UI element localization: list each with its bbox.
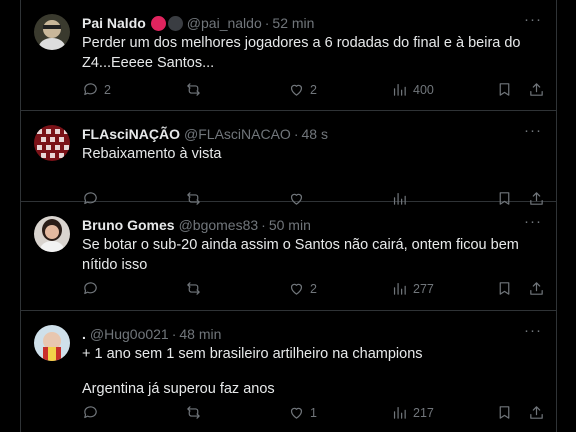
repost-icon	[187, 406, 200, 419]
heart-icon	[290, 84, 303, 96]
tweet-text: Perder um dos melhores jogadores a 6 rod…	[82, 34, 522, 73]
like-button[interactable]: 1	[288, 404, 317, 421]
tweet-header: . @Hug0o021 · 48 min	[82, 324, 221, 344]
timestamp[interactable]: 48 min	[179, 326, 221, 342]
repost-button[interactable]	[185, 404, 207, 421]
tweet[interactable]: . @Hug0o021 · 48 min ··· + 1 ano sem 1 s…	[21, 311, 556, 432]
views-button[interactable]: 277	[391, 280, 434, 297]
author-handle[interactable]: @Hug0o021	[90, 326, 169, 342]
affiliation-badges	[150, 15, 183, 31]
reply-button[interactable]	[82, 404, 104, 421]
tweet-text-line: Se botar o sub-20 ainda assim o Santos n…	[82, 237, 519, 273]
share-button[interactable]	[528, 81, 545, 98]
share-icon	[530, 282, 543, 295]
tweet-text-line: Rebaixamento à vista	[82, 146, 222, 162]
views-button[interactable]: 400	[391, 81, 434, 98]
share-button[interactable]	[528, 404, 545, 421]
timestamp[interactable]: 50 min	[269, 217, 311, 233]
author-handle[interactable]: @bgomes83	[179, 217, 259, 233]
tweet[interactable]: FLAsciNAÇÃO @FLAsciNACAO · 48 s ··· Reba…	[21, 111, 556, 205]
reply-icon	[84, 83, 97, 96]
tweet[interactable]: Pai Naldo @pai_naldo · 52 min ··· Perder…	[21, 0, 556, 111]
view-count: 277	[413, 281, 434, 296]
author-name[interactable]: Pai Naldo	[82, 15, 146, 31]
heart-icon	[290, 283, 303, 295]
reply-icon	[84, 406, 97, 419]
repost-icon	[187, 83, 200, 96]
author-name[interactable]: Bruno Gomes	[82, 217, 175, 233]
share-icon	[530, 406, 543, 419]
bookmark-button[interactable]	[496, 280, 513, 297]
more-options-icon[interactable]: ···	[524, 12, 542, 28]
views-button[interactable]: 217	[391, 404, 434, 421]
author-name[interactable]: FLAsciNAÇÃO	[82, 126, 180, 142]
avatar[interactable]	[34, 125, 70, 161]
tweet[interactable]: Bruno Gomes @bgomes83 · 50 min ··· Se bo…	[21, 202, 556, 311]
author-handle[interactable]: @FLAsciNACAO	[184, 126, 291, 142]
like-count: 2	[310, 82, 317, 97]
share-button[interactable]	[528, 280, 545, 297]
bookmark-button[interactable]	[496, 81, 513, 98]
separator: ·	[264, 15, 270, 31]
like-button[interactable]: 2	[288, 280, 317, 297]
avatar[interactable]	[34, 216, 70, 252]
tweet-text-line: Argentina já superou faz anos	[82, 380, 275, 397]
avatar[interactable]	[34, 14, 70, 50]
repost-button[interactable]	[185, 81, 207, 98]
views-chart-icon	[393, 282, 406, 295]
timestamp[interactable]: 48 s	[301, 126, 327, 142]
bookmark-icon	[499, 406, 510, 419]
dark-badge-icon	[167, 15, 183, 31]
bookmark-icon	[499, 282, 510, 295]
views-chart-icon	[393, 83, 406, 96]
reply-count: 2	[104, 82, 111, 97]
tweet-header: Pai Naldo @pai_naldo · 52 min	[82, 13, 314, 33]
like-count: 2	[310, 281, 317, 296]
author-name[interactable]: .	[82, 326, 86, 342]
tweet-text: Se botar o sub-20 ainda assim o Santos n…	[82, 236, 522, 275]
heart-icon	[290, 407, 303, 419]
timeline: Pai Naldo @pai_naldo · 52 min ··· Perder…	[20, 0, 557, 432]
tweet-text: Rebaixamento à vista	[82, 145, 522, 165]
views-chart-icon	[393, 406, 406, 419]
like-count: 1	[310, 405, 317, 420]
reply-button[interactable]	[82, 280, 104, 297]
red-badge-icon	[150, 15, 166, 31]
more-options-icon[interactable]: ···	[524, 214, 542, 230]
tweet-text-line: Perder um dos melhores jogadores a 6 rod…	[82, 35, 521, 71]
tweet-header: FLAsciNAÇÃO @FLAsciNACAO · 48 s	[82, 124, 328, 144]
like-button[interactable]: 2	[288, 81, 317, 98]
repost-button[interactable]	[185, 280, 207, 297]
more-options-icon[interactable]: ···	[524, 123, 542, 139]
repost-icon	[187, 282, 200, 295]
separator: ·	[171, 326, 177, 342]
tweet-text: + 1 ano sem 1 sem brasileiro artilheiro …	[82, 345, 522, 399]
separator: ·	[293, 126, 299, 142]
view-count: 217	[413, 405, 434, 420]
separator: ·	[261, 217, 266, 233]
tweet-text-line: + 1 ano sem 1 sem brasileiro artilheiro …	[82, 346, 423, 362]
avatar[interactable]	[34, 325, 70, 361]
more-options-icon[interactable]: ···	[524, 323, 542, 339]
share-icon	[530, 83, 543, 96]
view-count: 400	[413, 82, 434, 97]
action-bar: 2 2 400	[82, 81, 545, 101]
reply-button[interactable]: 2	[82, 81, 111, 98]
reply-icon	[84, 282, 97, 295]
bookmark-button[interactable]	[496, 404, 513, 421]
bookmark-icon	[499, 83, 510, 96]
action-bar: 1 217	[82, 404, 545, 424]
tweet-header: Bruno Gomes @bgomes83 · 50 min	[82, 215, 311, 235]
author-handle[interactable]: @pai_naldo	[187, 15, 262, 31]
timestamp[interactable]: 52 min	[272, 15, 314, 31]
action-bar: 2 277	[82, 280, 545, 300]
